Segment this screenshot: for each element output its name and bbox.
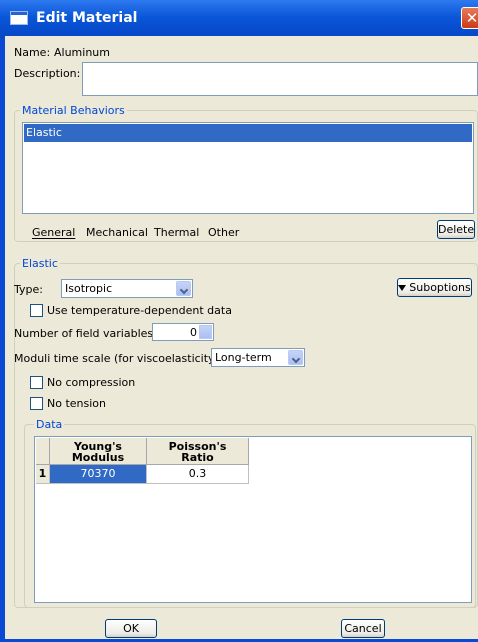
field-variables-label: Number of field variables: xyxy=(14,327,157,340)
edit-material-dialog: Edit Material ✕ Name: Aluminum Descripti… xyxy=(0,0,478,642)
field-variables-value: 0 xyxy=(190,326,197,339)
cancel-button[interactable]: Cancel xyxy=(341,619,385,638)
moduli-time-scale-label: Moduli time scale (for viscoelasticity): xyxy=(14,352,223,365)
material-behaviors-label: Material Behaviors xyxy=(20,104,127,117)
column-header-youngs-modulus[interactable]: Young's Modulus xyxy=(50,438,147,465)
elastic-group-label: Elastic xyxy=(20,257,60,270)
behaviors-list[interactable]: Elastic xyxy=(22,122,474,214)
behavior-item-label: Elastic xyxy=(26,126,62,139)
temperature-dependent-checkbox[interactable] xyxy=(30,304,43,317)
cancel-button-label: Cancel xyxy=(344,622,382,635)
menu-mechanical[interactable]: Mechanical xyxy=(86,226,148,239)
menu-other[interactable]: Other xyxy=(208,226,239,239)
no-tension-checkbox[interactable] xyxy=(30,397,43,410)
table-cell-poissons-ratio[interactable]: 0.3 xyxy=(147,465,249,484)
type-value: Isotropic xyxy=(65,282,113,295)
title-bar[interactable]: Edit Material ✕ xyxy=(0,0,478,38)
chevron-down-icon[interactable] xyxy=(288,350,303,365)
type-select[interactable]: Isotropic xyxy=(61,279,193,298)
name-label: Name: xyxy=(14,46,51,59)
window-title: Edit Material xyxy=(36,10,138,26)
menu-general[interactable]: General xyxy=(32,226,75,239)
menu-thermal-label: Thermal xyxy=(154,226,200,239)
description-input[interactable] xyxy=(82,62,478,96)
no-compression-label: No compression xyxy=(47,376,136,389)
field-variables-spinner[interactable]: 0 xyxy=(152,323,214,341)
spinner-arrows-icon[interactable] xyxy=(199,325,212,339)
moduli-time-scale-value: Long-term xyxy=(215,351,272,364)
column-header-line: Modulus xyxy=(71,451,125,464)
menu-thermal[interactable]: Thermal xyxy=(154,226,199,239)
menu-general-label: General xyxy=(32,226,76,239)
no-tension-label: No tension xyxy=(47,397,106,410)
data-table[interactable]: Young's Modulus Poisson's Ratio 1 70370 … xyxy=(34,436,472,603)
chevron-down-icon[interactable] xyxy=(176,281,191,296)
temperature-dependent-label: Use temperature-dependent data xyxy=(47,304,232,317)
table-corner xyxy=(36,438,50,465)
ok-button[interactable]: OK xyxy=(105,619,157,638)
table-cell-youngs-modulus[interactable]: 70370 xyxy=(50,465,147,484)
moduli-time-scale-select[interactable]: Long-term xyxy=(211,348,305,367)
name-value: Aluminum xyxy=(54,46,110,59)
column-header-line: Ratio xyxy=(181,451,214,464)
delete-button-label: Delete xyxy=(438,223,475,236)
no-compression-checkbox[interactable] xyxy=(30,376,43,389)
description-label: Description: xyxy=(14,67,81,80)
suboptions-button[interactable]: Suboptions xyxy=(397,278,472,297)
ok-button-label: OK xyxy=(123,622,139,635)
triangle-down-icon xyxy=(398,285,407,291)
close-button[interactable]: ✕ xyxy=(461,7,478,29)
suboptions-label: Suboptions xyxy=(409,281,471,294)
row-index: 1 xyxy=(36,465,50,484)
menu-mechanical-label: Mechanical xyxy=(86,226,148,239)
data-group-label: Data xyxy=(34,418,65,431)
menu-other-label: Other xyxy=(208,226,240,239)
delete-button[interactable]: Delete xyxy=(437,220,475,239)
column-header-poissons-ratio[interactable]: Poisson's Ratio xyxy=(147,438,249,465)
window-icon xyxy=(10,11,28,25)
close-icon: ✕ xyxy=(465,9,478,27)
type-label: Type: xyxy=(14,283,43,296)
behavior-item-elastic[interactable]: Elastic xyxy=(24,124,472,142)
